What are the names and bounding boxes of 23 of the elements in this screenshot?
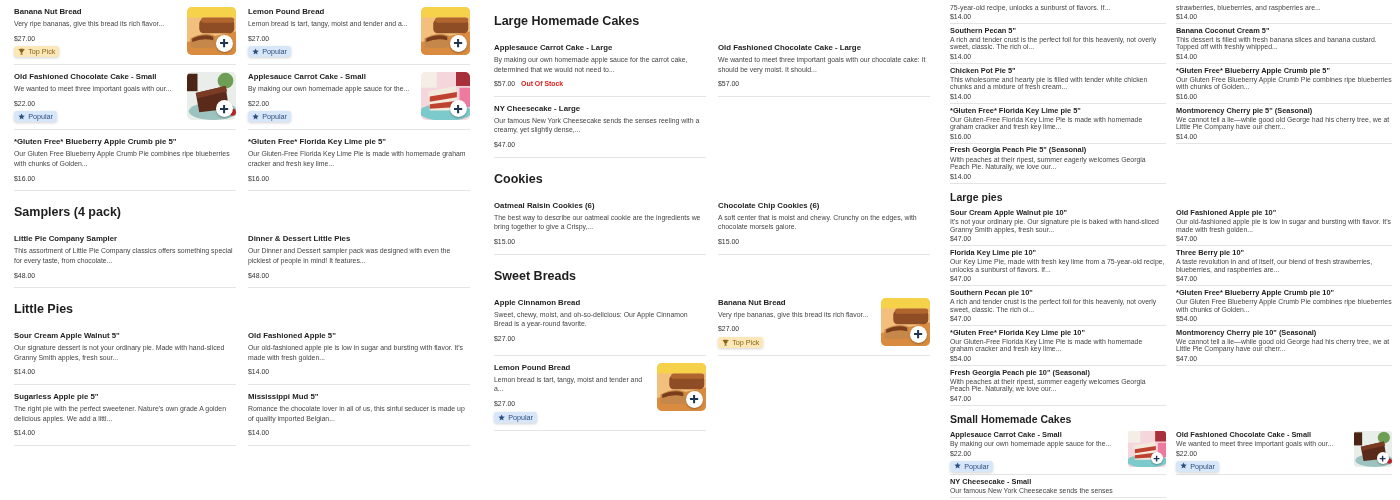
plus-icon [1379,454,1387,462]
section-heading: Sweet Breads [494,267,577,285]
section-heading: Cookies [494,170,544,188]
section-heading: Samplers (4 pack) [14,204,122,222]
plus-icon [453,38,464,49]
section-heading: Small Homemade Cakes [950,412,1073,428]
section-heading: Large Homemade Cakes [494,13,641,30]
section-heading: Little Pies [14,301,75,319]
star-icon [252,113,260,121]
trophy-icon [722,338,730,346]
plus-icon [913,329,924,340]
section-heading: Large pies [950,189,1004,205]
plus-icon [219,103,230,114]
star-icon [1180,462,1188,470]
plus-icon [689,394,700,405]
plus-icon [453,103,464,114]
trophy-icon [18,48,26,56]
star-icon [954,462,962,470]
star-icon [498,413,506,421]
star-icon [252,48,260,56]
plus-icon [1153,454,1161,462]
star-icon [18,113,26,121]
plus-icon [219,38,230,49]
